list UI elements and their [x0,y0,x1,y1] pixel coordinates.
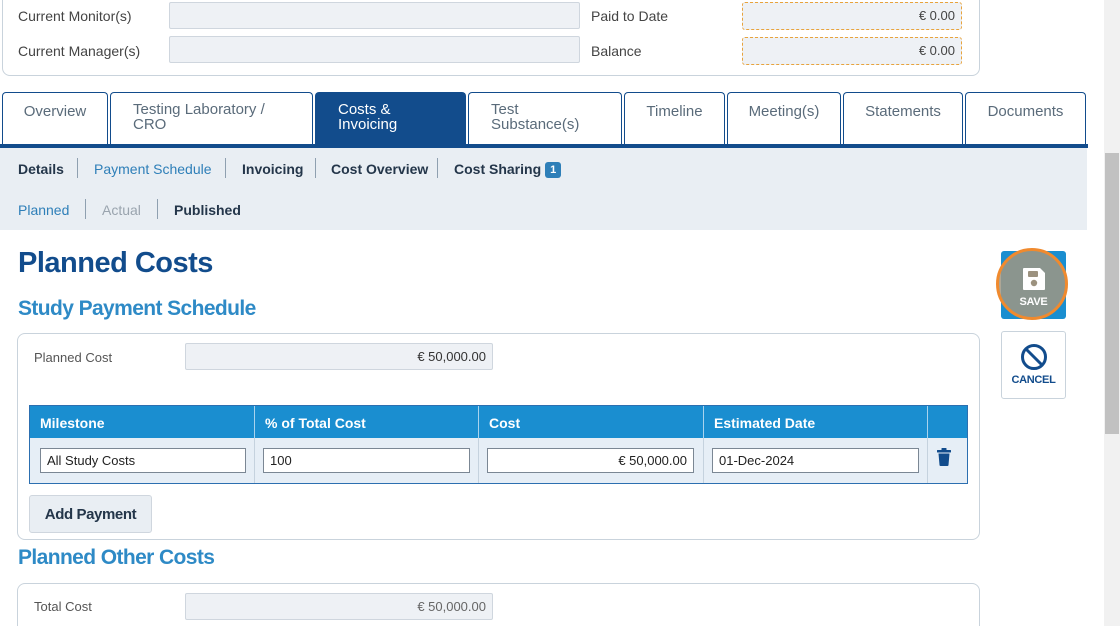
column-header-milestone: Milestone [30,406,255,438]
cost-cell: € 50,000.00 [479,438,704,483]
date-cell: 01-Dec-2024 [704,438,928,483]
save-icon [1021,266,1047,297]
divider [85,199,86,219]
estimated-date-input[interactable]: 01-Dec-2024 [712,448,919,473]
actions-cell [928,438,967,483]
divider [437,158,438,178]
scrollbar-thumb[interactable] [1105,153,1119,434]
add-payment-button[interactable]: Add Payment [29,495,152,533]
sub-navigation: Details Payment Schedule Invoicing Cost … [0,148,1087,230]
total-cost-field: € 50,000.00 [185,593,493,620]
page-title: Planned Costs [18,247,213,279]
current-monitors-label: Current Monitor(s) [18,8,132,24]
other-costs-heading: Planned Other Costs [18,546,215,569]
trash-icon[interactable] [936,448,952,471]
cost-sharing-count-badge: 1 [545,162,562,178]
column-header-estimated-date: Estimated Date [704,406,928,438]
save-button-label: SAVE [1019,296,1048,308]
study-payment-heading: Study Payment Schedule [18,297,256,320]
subnav-cost-sharing-label: Cost Sharing [454,161,542,177]
divider [315,158,316,178]
divider [77,158,78,178]
current-managers-label: Current Manager(s) [18,43,141,59]
milestone-input[interactable]: All Study Costs [40,448,246,473]
divider [157,199,158,219]
tab-costs-invoicing[interactable]: Costs & Invoicing [315,92,466,144]
tab-test-substances[interactable]: Test Substance(s) [468,92,622,144]
cancel-icon [1020,343,1048,376]
subnav-invoicing[interactable]: Invoicing [242,161,303,177]
payment-table: Milestone % of Total Cost Cost Estimated… [29,405,968,484]
subnav-planned[interactable]: Planned [18,202,69,218]
cost-input[interactable]: € 50,000.00 [487,448,694,473]
table-row: All Study Costs 100 € 50,000.00 01-Dec-2… [30,438,967,483]
balance-label: Balance [591,43,642,59]
planned-cost-field: € 50,000.00 [185,343,493,370]
cancel-button-label: CANCEL [1011,374,1056,386]
subnav-cost-sharing[interactable]: Cost Sharing 1 [454,161,562,178]
subnav-published[interactable]: Published [174,202,241,218]
percent-input[interactable]: 100 [263,448,470,473]
other-costs-card [17,583,980,626]
divider [225,158,226,178]
column-header-actions [928,406,967,438]
subnav-details[interactable]: Details [18,161,64,177]
tab-meetings[interactable]: Meeting(s) [727,92,841,144]
tab-documents[interactable]: Documents [965,92,1086,144]
balance-value: € 0.00 [742,37,962,65]
payment-table-header: Milestone % of Total Cost Cost Estimated… [30,406,967,438]
column-header-cost: Cost [479,406,704,438]
tab-testing-laboratory[interactable]: Testing Laboratory / CRO [110,92,313,144]
tab-timeline[interactable]: Timeline [624,92,725,144]
planned-cost-label: Planned Cost [34,350,113,365]
tab-statements[interactable]: Statements [843,92,963,144]
paid-to-date-label: Paid to Date [591,8,669,24]
tab-overview[interactable]: Overview [2,92,108,144]
total-cost-label: Total Cost [34,599,92,614]
current-managers-field[interactable] [169,36,580,63]
milestone-cell: All Study Costs [30,438,255,483]
current-monitors-field[interactable] [169,2,580,29]
subnav-actual: Actual [102,202,141,218]
column-header-percent: % of Total Cost [255,406,479,438]
main-tabs: Overview Testing Laboratory / CRO Costs … [0,92,1088,148]
paid-to-date-value: € 0.00 [742,2,962,30]
subnav-cost-overview[interactable]: Cost Overview [331,161,428,177]
percent-cell: 100 [255,438,479,483]
subnav-payment-schedule[interactable]: Payment Schedule [94,161,212,177]
